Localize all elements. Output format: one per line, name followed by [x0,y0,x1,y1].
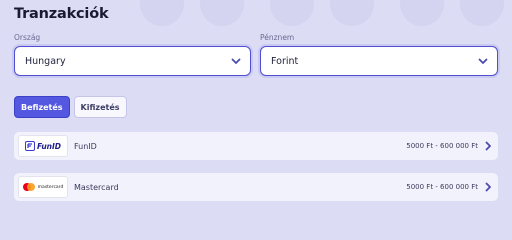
funid-logo-text: FunID [36,141,62,151]
payment-method-range: 5000 Ft - 600 000 Ft [406,142,478,150]
chevron-right-icon [485,141,491,151]
chevron-down-icon [231,58,241,64]
chevron-down-icon [478,58,488,64]
background-decoration [200,0,244,26]
currency-value: Forint [271,55,299,67]
background-decoration [330,0,374,26]
tab-withdrawal[interactable]: Kifizetés [73,96,127,118]
mastercard-icon [22,183,35,191]
country-label: Ország [14,33,41,42]
background-decoration [270,0,314,26]
chevron-right-icon [485,182,491,192]
funid-logo: FunID [18,135,68,157]
currency-label: Pénznem [260,33,295,42]
payment-method-name: FunID [74,141,97,151]
country-select[interactable]: Hungary [14,46,251,76]
background-decoration [140,0,184,26]
tab-deposit[interactable]: Befizetés [14,96,70,118]
payment-method-row-funid[interactable]: FunID FunID 5000 Ft - 600 000 Ft [14,132,498,160]
payment-method-name: Mastercard [74,182,119,192]
currency-select[interactable]: Forint [260,46,498,76]
payment-method-row-mastercard[interactable]: mastercard Mastercard 5000 Ft - 600 000 … [14,173,498,201]
background-decoration [400,0,444,26]
funid-icon [24,141,35,151]
page-title: Tranzakciók [14,6,109,22]
background-decoration [460,0,504,26]
payment-method-range: 5000 Ft - 600 000 Ft [406,183,478,191]
mastercard-logo-text: mastercard [37,184,64,190]
mastercard-logo: mastercard [18,176,68,198]
transaction-tabs: Befizetés Kifizetés [14,96,127,118]
country-value: Hungary [25,55,66,67]
